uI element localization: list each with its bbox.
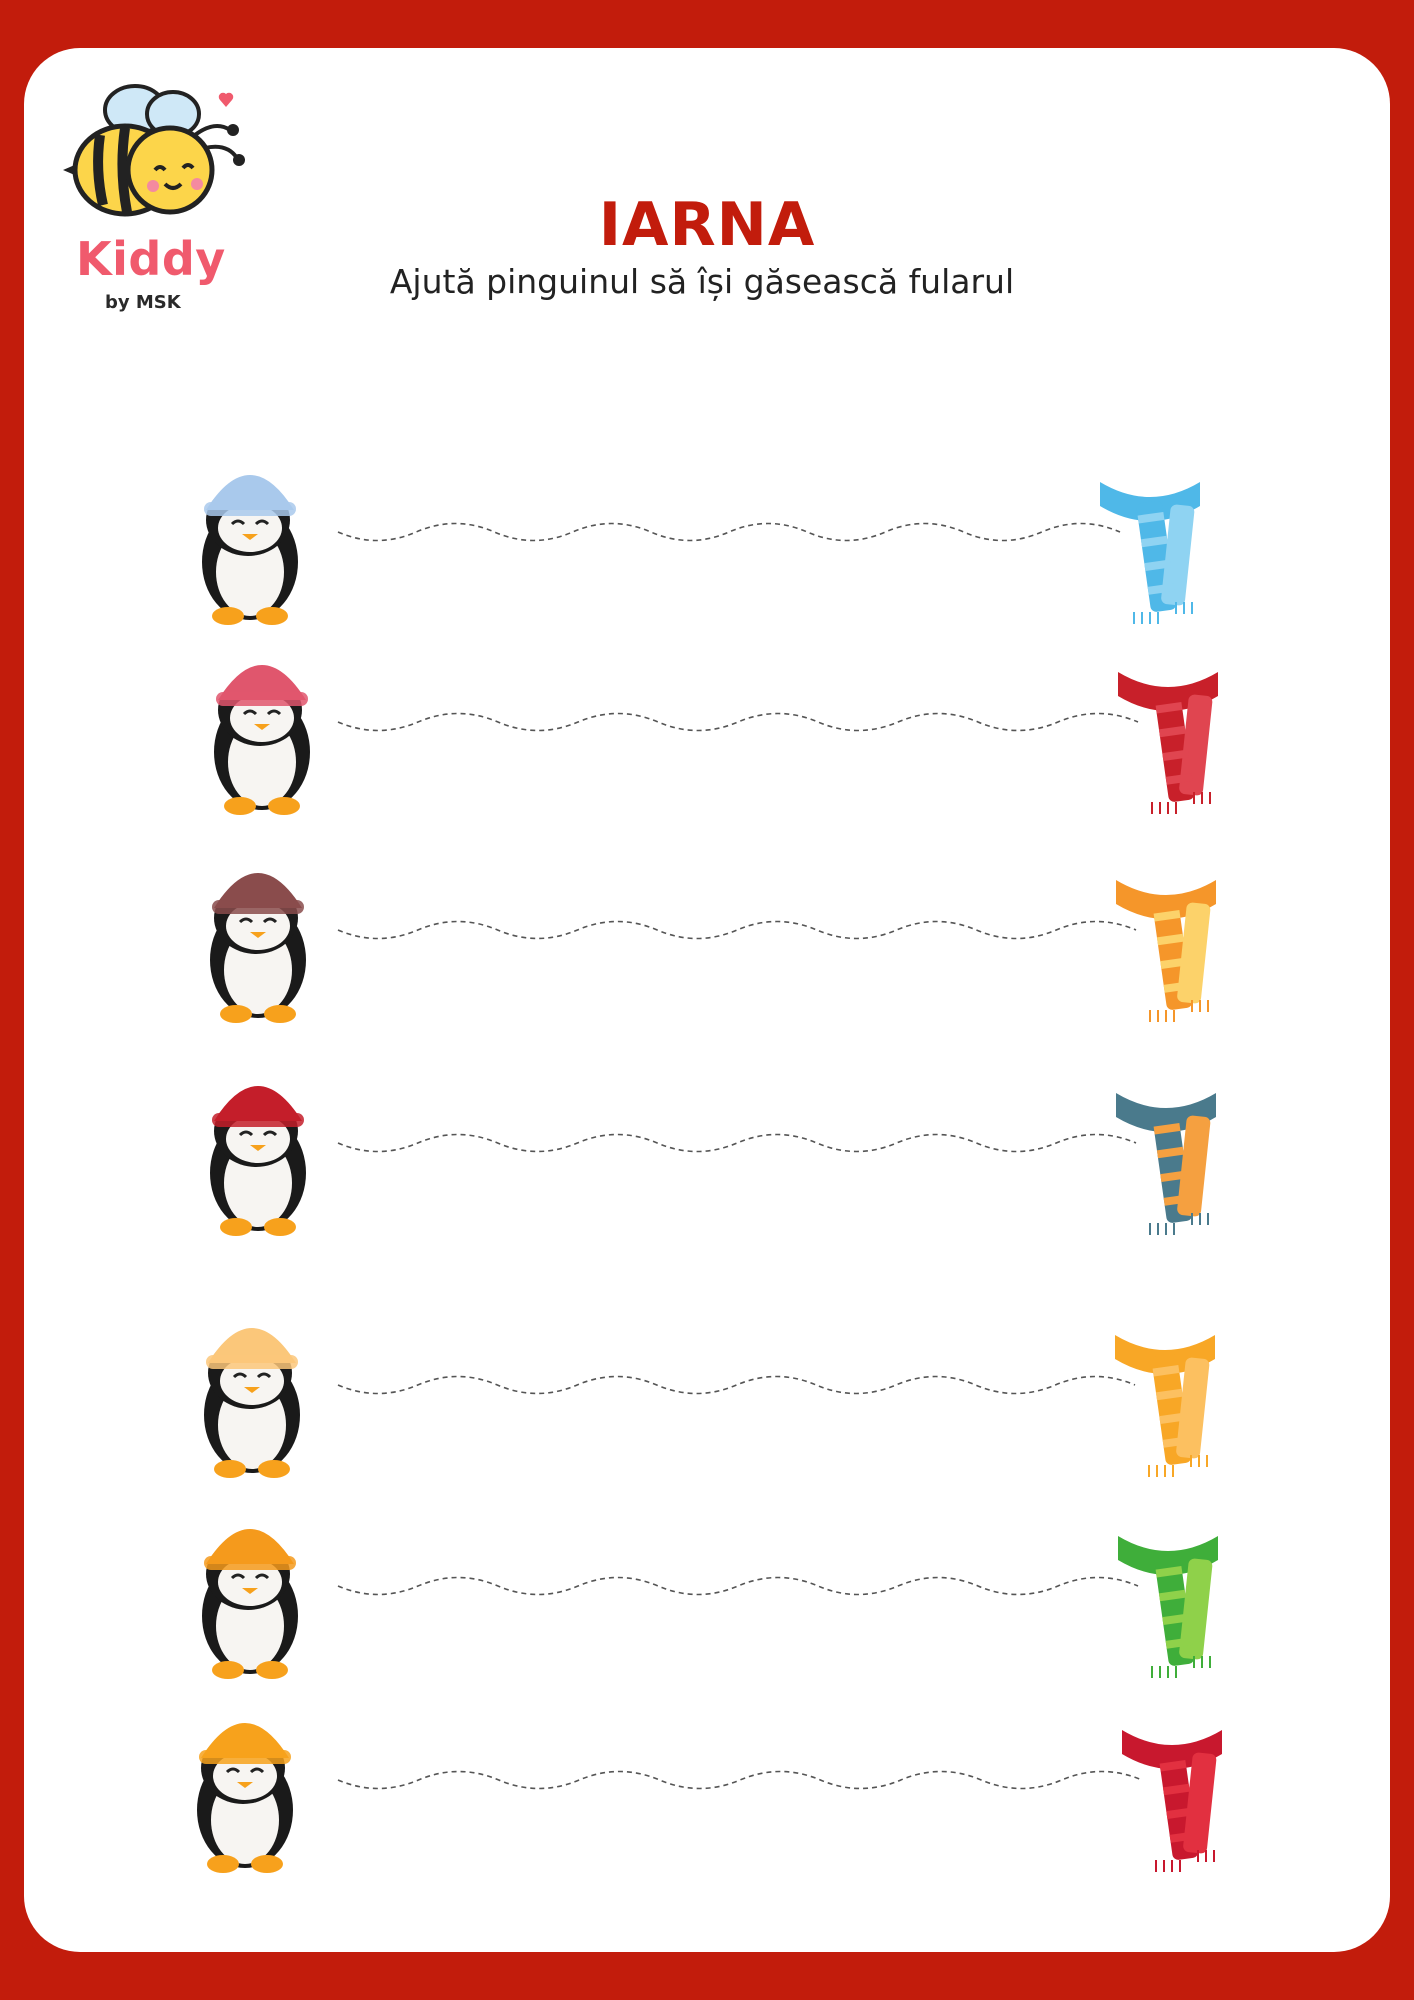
trace-line[interactable]: [337, 1576, 1139, 1596]
yellow-scarf-icon: [1115, 1335, 1215, 1477]
trace-line[interactable]: [337, 1133, 1137, 1153]
penguin-yellow-hat-icon: [204, 1328, 300, 1478]
teal-striped-scarf-icon: [1116, 1093, 1216, 1235]
orange-striped-scarf-icon: [1116, 880, 1216, 1022]
trace-line[interactable]: [337, 1375, 1136, 1395]
tracing-board: [197, 475, 1222, 1873]
green-striped-scarf-icon: [1118, 1536, 1218, 1678]
trace-line[interactable]: [337, 1770, 1143, 1790]
penguin-orange-ushanka-icon: [197, 1723, 293, 1873]
penguin-earmuffs-sweater-icon: [202, 1529, 298, 1679]
penguin-pink-beanie-icon: [214, 665, 310, 815]
penguin-blue-hat-icon: [202, 475, 298, 625]
blue-striped-scarf-icon: [1100, 482, 1200, 624]
penguin-brown-earflap-hat-icon: [210, 873, 306, 1023]
trace-line[interactable]: [337, 920, 1137, 940]
trace-line[interactable]: [337, 522, 1121, 542]
penguin-red-hat-jacket-icon: [210, 1086, 306, 1236]
trace-line[interactable]: [337, 712, 1139, 732]
red-snowflake-scarf-icon: [1118, 672, 1218, 814]
red-star-scarf-icon: [1122, 1730, 1222, 1872]
